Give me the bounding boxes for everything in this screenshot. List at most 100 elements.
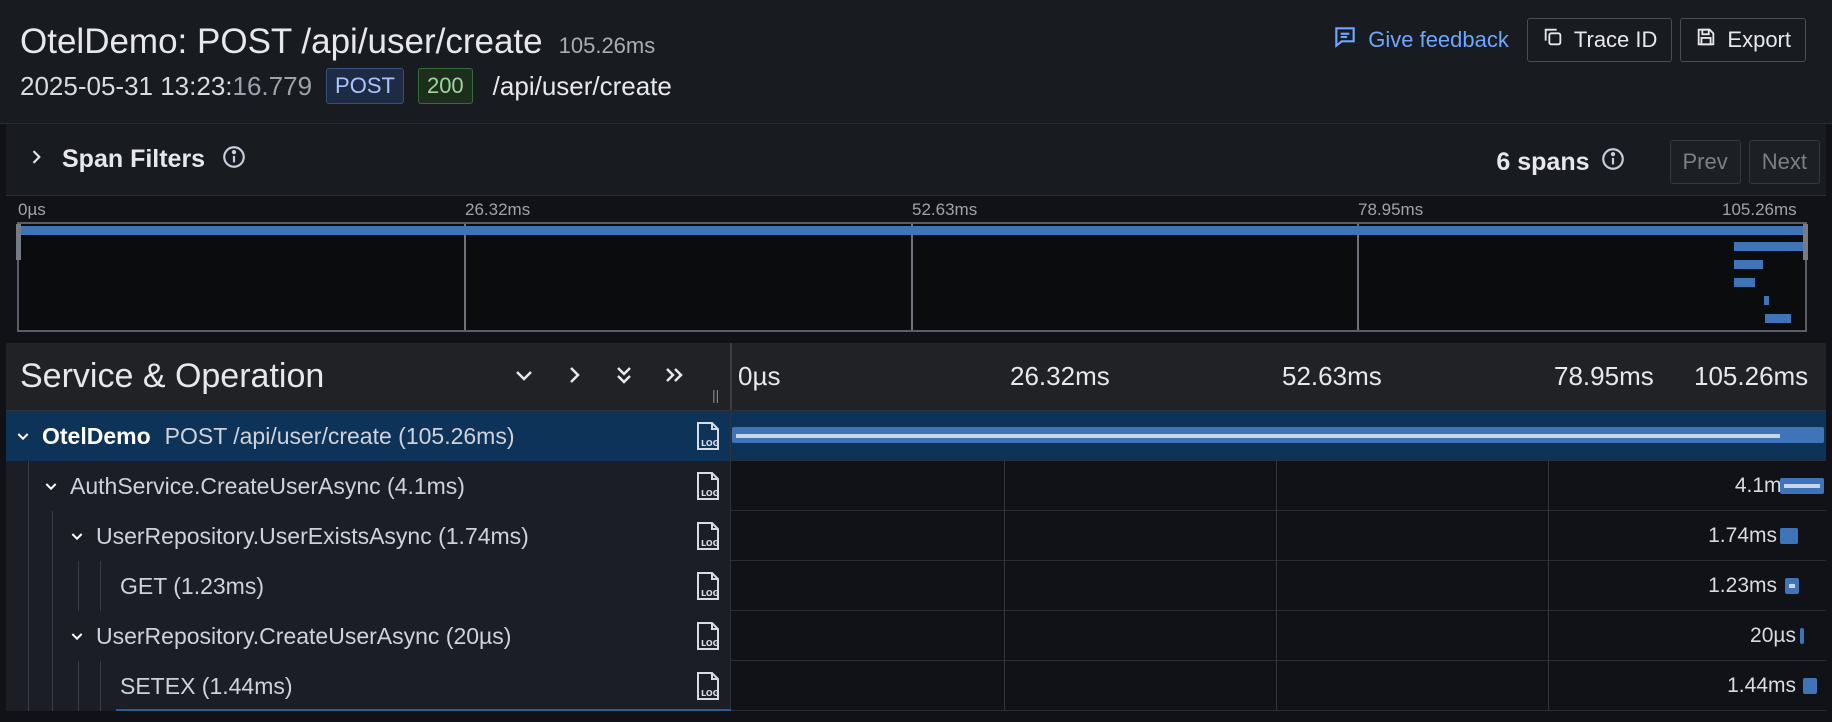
span-timeline: 1.23ms [732, 561, 1826, 611]
export-label: Export [1727, 27, 1791, 52]
tree-guide [100, 561, 101, 611]
minimap-span-bar [1734, 278, 1755, 287]
span-row[interactable]: UserRepository.UserExistsAsync (1.74ms) … [6, 511, 1826, 561]
minimap-left-handle[interactable] [16, 224, 21, 260]
collapse-one-icon[interactable] [510, 361, 538, 389]
span-row[interactable]: GET (1.23ms) LOG 1.23ms [6, 561, 1826, 611]
span-name-cell: GET (1.23ms) LOG [6, 561, 731, 611]
span-name-cell: OtelDemo POST /api/user/create (105.26ms… [6, 411, 731, 461]
trace-view: OtelDemo: POST /api/user/create 105.26ms… [0, 0, 1832, 722]
minimap-ticks: 0µs 26.32ms 52.63ms 78.95ms 105.26ms [18, 200, 1806, 224]
span-bar[interactable] [1800, 628, 1804, 644]
span-operation: GET (1.23ms) [120, 572, 264, 599]
span-name: UserRepository.CreateUserAsync (20µs) [66, 611, 511, 661]
log-icon[interactable]: LOG [692, 570, 724, 602]
copy-icon [1542, 26, 1564, 54]
timeline-gridline [1004, 511, 1005, 561]
timeline-tick: 52.63ms [1282, 361, 1382, 391]
expand-controls [510, 361, 688, 389]
trace-id-label: Trace ID [1573, 27, 1658, 52]
chevron-right-icon [26, 147, 46, 172]
chevron-down-icon[interactable] [40, 478, 62, 494]
svg-text:LOG: LOG [701, 689, 719, 698]
span-duration: 1.74ms [1708, 524, 1777, 547]
tree-guide [28, 611, 29, 661]
timestamp-ms: 16.779 [232, 70, 313, 101]
timeline-tick: 0µs [738, 361, 781, 391]
minimap-tick: 105.26ms [1722, 200, 1797, 219]
trace-header: OtelDemo: POST /api/user/create 105.26ms… [0, 0, 1832, 124]
span-filters-title: Span Filters [62, 145, 206, 173]
collapse-all-icon[interactable] [610, 361, 638, 389]
method-badge: POST [326, 68, 404, 104]
timeline-gridline [1276, 661, 1277, 711]
timeline-gridline [1548, 511, 1549, 561]
minimap-right-handle[interactable] [1803, 224, 1808, 260]
next-button[interactable]: Next [1748, 140, 1820, 184]
span-duration: 1.44ms [1727, 674, 1796, 697]
log-icon[interactable]: LOG [692, 620, 724, 652]
span-bar[interactable] [1780, 528, 1798, 544]
span-row[interactable]: SETEX (1.44ms) LOG 1.44ms [6, 661, 1826, 711]
span-duration: 4.1ms [1734, 474, 1792, 497]
span-name: UserRepository.UserExistsAsync (1.74ms) [66, 511, 529, 561]
timeline-gridline [1004, 611, 1005, 661]
timeline-gridline [1548, 611, 1549, 661]
span-row[interactable]: AuthService.CreateUserAsync (4.1ms) LOG … [6, 461, 1826, 511]
prev-button[interactable]: Prev [1669, 140, 1741, 184]
span-bar-inner [1784, 484, 1820, 488]
timeline-gridline [1276, 611, 1277, 661]
chevron-down-icon[interactable] [12, 428, 34, 444]
export-button[interactable]: Export [1680, 18, 1806, 62]
expand-all-icon[interactable] [660, 361, 688, 389]
log-icon[interactable]: LOG [692, 420, 724, 452]
row-focus-underline [116, 709, 731, 711]
info-icon[interactable] [1600, 146, 1626, 179]
minimap-span-bar [1734, 260, 1763, 269]
timeline-gridline [1004, 461, 1005, 511]
timestamp-main: 2025-05-31 13:23: [20, 70, 233, 101]
span-bar[interactable] [1803, 678, 1817, 694]
span-rows: OtelDemo POST /api/user/create (105.26ms… [6, 411, 1826, 711]
span-duration: 1.23ms [1708, 574, 1777, 597]
give-feedback-link[interactable]: Give feedback [1332, 24, 1509, 56]
span-row[interactable]: UserRepository.CreateUserAsync (20µs) LO… [6, 611, 1826, 661]
span-name-cell: UserRepository.CreateUserAsync (20µs) LO… [6, 611, 731, 661]
span-count: 6 spans [1496, 146, 1625, 179]
minimap-span-bar [1764, 296, 1769, 305]
trace-route: /api/user/create [492, 70, 672, 101]
info-icon[interactable] [221, 144, 247, 175]
minimap-span-bar [1734, 242, 1803, 251]
comment-icon [1332, 24, 1358, 56]
timeline-gridline [1548, 561, 1549, 611]
span-row[interactable]: OtelDemo POST /api/user/create (105.26ms… [6, 411, 1826, 461]
log-icon[interactable]: LOG [692, 670, 724, 702]
span-timeline [732, 411, 1826, 461]
minimap-tick: 52.63ms [912, 200, 978, 219]
tree-guide [52, 561, 53, 611]
timeline-tick: 26.32ms [1010, 361, 1110, 391]
timeline-gridline [1276, 461, 1277, 511]
trace-duration: 105.26ms [558, 33, 656, 58]
timeline-gridline [1004, 561, 1005, 611]
tree-guide [28, 561, 29, 611]
chevron-down-icon[interactable] [66, 628, 88, 644]
minimap-tick: 78.95ms [1358, 200, 1424, 219]
span-name-cell: SETEX (1.44ms) LOG [6, 661, 731, 711]
span-bar-inner [736, 434, 1780, 438]
span-count-label: 6 spans [1496, 147, 1590, 176]
span-filters-toggle[interactable]: Span Filters [26, 144, 247, 175]
expand-one-icon[interactable] [560, 361, 588, 389]
trace-id-button[interactable]: Trace ID [1526, 18, 1673, 62]
trace-timestamp: 2025-05-31 13:23:16.779 [20, 71, 312, 102]
column-resizer[interactable]: || [712, 387, 719, 403]
chevron-down-icon[interactable] [66, 528, 88, 544]
span-name: GET (1.23ms) [120, 561, 264, 611]
trace-table-header: Service & Operation || 0µs 26.32ms 52.63… [6, 343, 1826, 411]
tree-guide [52, 661, 53, 711]
trace-minimap[interactable] [16, 222, 1808, 332]
span-nav: 6 spans Prev Next [1496, 140, 1820, 184]
log-icon[interactable]: LOG [692, 470, 724, 502]
span-timeline: 20µs [732, 611, 1826, 661]
log-icon[interactable]: LOG [692, 520, 724, 552]
